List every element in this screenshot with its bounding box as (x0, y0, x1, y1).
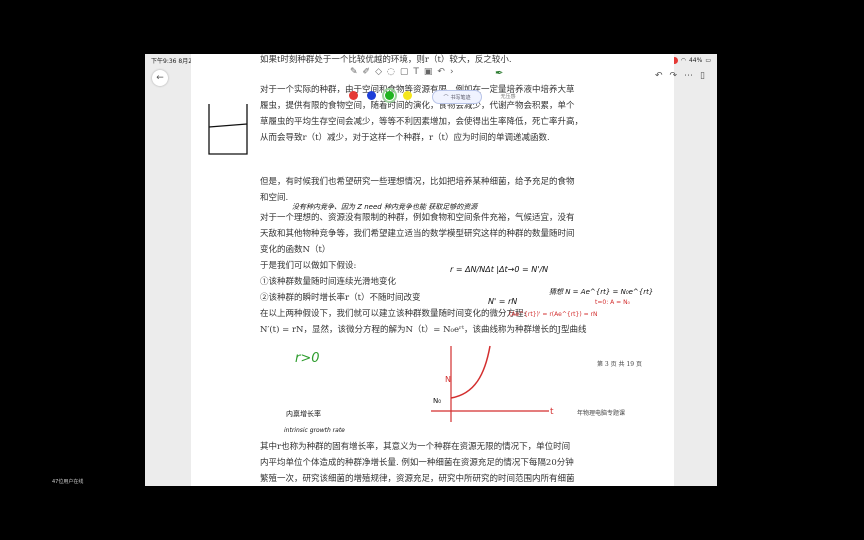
pen-option-1[interactable]: ⌒ 书写笔迹 (432, 90, 482, 104)
shape-icon[interactable]: ▢ (400, 67, 409, 77)
axis-n0-label: N₀ (433, 397, 441, 405)
initial-condition: t=0: A = N₀ (595, 299, 631, 306)
handwriting-layer[interactable]: N N₀ t r>0 没有种内竞争、因为 Z need 种内竞争也能 获取足够的… (145, 54, 717, 486)
pen-option-1-label: 书写笔迹 (450, 94, 471, 101)
rate-formula: r = ΔN/NΔt |Δt→0 = N'/N (450, 265, 548, 274)
guess-solution: 猜想 N = Ae^{rt} = N₀e^{rt} (549, 288, 653, 296)
pen-option-2-label: 无压感 (500, 93, 516, 100)
back-arrow-icon: ← (156, 73, 164, 83)
undo-arrow-icon[interactable]: ↶ (655, 71, 663, 81)
tablet-screen: 下午9:36 8月20日周六 ◠ 44% ▭ 如果t时刻种群处于一个比较优越的环… (145, 54, 717, 486)
stroke-icon: ⌒ (443, 94, 449, 101)
axis-t-label: t (550, 407, 554, 417)
active-pen-icon[interactable]: ✒ (495, 68, 503, 79)
color-yellow[interactable] (403, 91, 412, 100)
intrinsic-cn-note: 内禀增长率 (286, 409, 321, 418)
pen-icon[interactable]: ✎ (350, 67, 358, 77)
color-green[interactable] (382, 88, 397, 103)
chevron-icon[interactable]: › (450, 67, 454, 77)
verify-derivative: (Ae^{rt})' = r(Ae^{rt}) = rN (509, 311, 597, 318)
n-prime-equation: N' = rN (488, 297, 517, 306)
handwritten-note-top: 没有种内竞争、因为 Z need 种内竞争也能 获取足够的资源 (292, 203, 479, 211)
r-positive-note: r>0 (295, 351, 320, 366)
redo-arrow-icon[interactable]: ↷ (670, 71, 678, 81)
text-icon[interactable]: T (413, 67, 419, 77)
drawing-tools: ✎ ✐ ◇ ◌ ▢ T ▣ ↶ › (350, 67, 454, 77)
intrinsic-en-note: intrinsic growth rate (284, 427, 345, 434)
pen-option-2[interactable]: 无压感 (488, 90, 528, 102)
pages-icon[interactable]: ▯ (700, 71, 705, 81)
image-icon[interactable]: ▣ (424, 67, 433, 77)
online-users-label: 47位用户在线 (52, 479, 84, 485)
color-blue[interactable] (367, 91, 376, 100)
right-toolbar: ↶ ↷ ⋯ ▯ (655, 71, 705, 81)
back-button[interactable]: ← (152, 70, 168, 86)
beaker-sketch (208, 104, 248, 155)
color-palette (349, 88, 412, 103)
lasso-icon[interactable]: ◌ (387, 67, 395, 77)
highlighter-icon[interactable]: ✐ (363, 67, 371, 77)
undo-icon[interactable]: ↶ (437, 67, 445, 77)
axis-n-label: N (445, 375, 451, 384)
growth-axes (431, 345, 549, 422)
more-icon[interactable]: ⋯ (684, 71, 693, 81)
eraser-icon[interactable]: ◇ (375, 67, 382, 77)
color-red[interactable] (349, 91, 358, 100)
